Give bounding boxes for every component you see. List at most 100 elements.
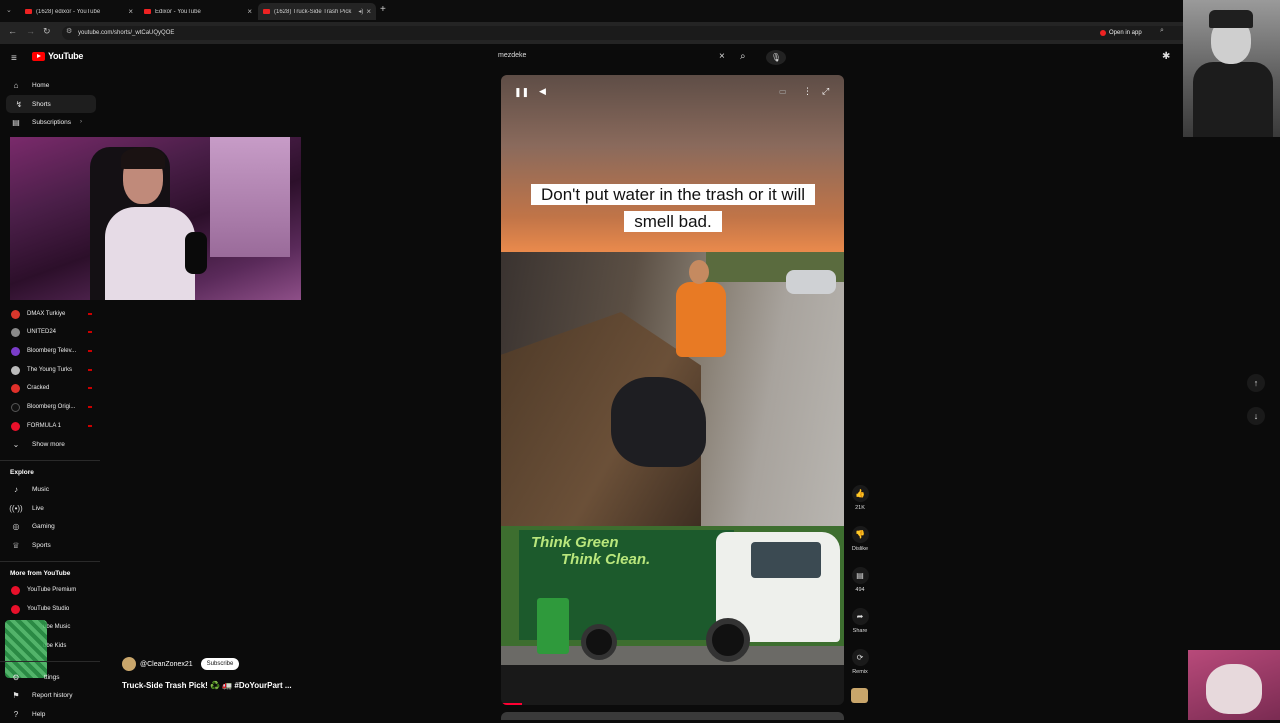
sidebar-channel[interactable]: Bloomberg Telev...	[0, 342, 100, 360]
microphone-icon[interactable]: 🎙	[766, 50, 786, 65]
sidebar-item-shorts[interactable]: ↯ Shorts	[6, 95, 96, 113]
share-button[interactable]: ➦ Share	[850, 608, 870, 634]
forward-icon[interactable]: →	[26, 26, 35, 36]
garbage-truck-scene: Think Green Think Clean.	[501, 526, 844, 665]
sidebar-channel[interactable]: UNITED24	[0, 323, 100, 341]
sidebar-item-gaming[interactable]: ◎ Gaming	[0, 517, 100, 535]
live-indicator	[88, 313, 92, 315]
pause-icon[interactable]: ❚❚	[514, 87, 529, 98]
car-shape	[786, 270, 836, 294]
show-more-button[interactable]: ⌄ Show more	[0, 435, 100, 453]
more-options-icon[interactable]: ⋮	[803, 86, 812, 97]
worker-shape	[676, 282, 726, 357]
remix-button[interactable]: ⟳ Remix	[850, 649, 870, 675]
remix-icon: ⟳	[851, 649, 869, 666]
sidebar-item-report-history[interactable]: ⚑ Report history	[0, 686, 100, 704]
tab-list-icon[interactable]: ⌄	[6, 6, 12, 14]
sidebar-item-live[interactable]: ((•)) Live	[0, 499, 100, 517]
audio-thumbnail[interactable]	[851, 688, 868, 703]
sidebar-channel[interactable]: FORMULA 1	[0, 417, 100, 435]
like-button[interactable]: 👍 21K	[850, 485, 870, 511]
truck-slogan-line-1: Think Green	[531, 534, 619, 551]
youtube-play-icon	[32, 51, 45, 61]
sidebar-item-music[interactable]: ♪ Music	[0, 480, 100, 498]
open-in-app-label: Open in app	[1109, 30, 1142, 36]
back-icon[interactable]: ←	[8, 26, 17, 36]
menu-icon[interactable]: ≡	[11, 53, 17, 64]
sidebar-item-youtube-studio[interactable]: YouTube Studio	[0, 600, 100, 618]
sidebar-item-sports[interactable]: ♕ Sports	[0, 536, 100, 554]
shorts-video-player[interactable]: Don't put water in the trash or it will …	[501, 75, 844, 705]
next-short-preview[interactable]	[501, 712, 844, 720]
volume-icon[interactable]: ◀	[539, 86, 546, 97]
arrow-down-icon[interactable]: ↓	[1247, 407, 1265, 425]
live-icon: ((•))	[9, 503, 23, 513]
sidebar-item-youtube-premium[interactable]: YouTube Premium	[0, 581, 100, 599]
sidebar-item-home[interactable]: ⌂ Home	[0, 76, 100, 94]
browser-tab-3-active[interactable]: (1628) Truck-Side Trash Pick ◂) ×	[258, 3, 376, 20]
channel-name: FORMULA 1	[27, 423, 62, 429]
playback-progress-bar[interactable]	[501, 703, 522, 705]
live-indicator	[88, 387, 92, 389]
caption-text: Don't put water in the trash or it will …	[530, 184, 816, 232]
arrow-up-icon[interactable]: ↑	[1247, 374, 1265, 392]
channel-avatar[interactable]	[122, 657, 136, 671]
sidebar-item-help[interactable]: ? Help	[0, 705, 100, 723]
comments-count: 494	[855, 587, 865, 593]
channel-name: Cracked	[27, 385, 50, 391]
trash-bags-shape	[611, 377, 706, 467]
sidebar-channel[interactable]: Bloomberg Origi...	[0, 398, 100, 416]
open-in-app-button[interactable]: Open in app	[1100, 27, 1142, 39]
create-icon[interactable]: ✱	[1162, 51, 1170, 62]
youtube-logo[interactable]: YouTube	[32, 51, 83, 61]
chevron-right-icon: ›	[80, 119, 83, 125]
tab-title: (1628) Truck-Side Trash Pick	[274, 8, 352, 15]
sidebar-item-label: YouTube Premium	[27, 587, 77, 593]
sidebar-channel[interactable]: Cracked	[0, 379, 100, 397]
search-icon[interactable]: ⌕	[740, 51, 746, 62]
fullscreen-icon[interactable]: ⤢	[822, 86, 829, 97]
home-icon: ⌂	[13, 80, 19, 90]
close-icon[interactable]: ×	[247, 7, 252, 16]
share-label: Share	[852, 628, 868, 634]
site-info-icon[interactable]: ⚙	[66, 27, 72, 35]
url-field[interactable]	[62, 26, 1192, 40]
reload-icon[interactable]: ↻	[43, 26, 51, 37]
search-value[interactable]: mezdeke	[498, 52, 526, 59]
tab-title: (1628) edixor - YouTube	[36, 8, 101, 15]
rear-wheel-shape	[581, 624, 617, 660]
comment-icon: ▤	[851, 567, 869, 584]
live-indicator	[88, 350, 92, 352]
browser-tab-2[interactable]: Edixor - YouTube ×	[139, 3, 257, 20]
clear-search-icon[interactable]: ×	[719, 51, 725, 62]
youtube-studio-icon	[11, 604, 20, 614]
logo-text: YouTube	[48, 51, 84, 61]
new-tab-icon[interactable]: +	[380, 4, 386, 15]
video-title[interactable]: Truck-Side Trash Pick! ♻️ 🚛 #DoYourPart …	[122, 681, 292, 690]
close-icon[interactable]: ×	[128, 7, 133, 16]
close-icon[interactable]: ×	[366, 7, 371, 16]
channel-avatar	[11, 327, 20, 337]
browser-tab-1[interactable]: (1628) edixor - YouTube ×	[20, 3, 138, 20]
sidebar-item-label: Music	[32, 485, 49, 493]
youtube-favicon-icon	[25, 9, 32, 14]
subscribe-button[interactable]: Subscribe	[200, 658, 240, 670]
search-input[interactable]	[492, 50, 734, 65]
thumbs-down-icon: 👎	[851, 526, 869, 543]
comments-button[interactable]: ▤ 494	[850, 567, 870, 593]
sidebar-channel[interactable]: The Young Turks	[0, 361, 100, 379]
zoom-icon[interactable]: ⌕	[1160, 27, 1164, 35]
dislike-button[interactable]: 👎 Dislike	[850, 526, 870, 552]
sidebar-item-label: Subscriptions	[32, 118, 72, 126]
video-caption: Don't put water in the trash or it will …	[522, 181, 824, 235]
window-shape	[210, 137, 290, 257]
url-text[interactable]: youtube.com/shorts/_wtCaUQyQOE	[78, 26, 174, 40]
sidebar-item-settings[interactable]: ⚙ ttings	[0, 668, 100, 686]
speaker-icon[interactable]: ◂)	[358, 8, 363, 15]
share-icon: ➦	[851, 608, 869, 625]
subscriptions-icon: ▤	[12, 117, 20, 127]
channel-handle[interactable]: @CleanZonex21	[140, 661, 193, 668]
sidebar-item-subscriptions[interactable]: ▤ Subscriptions ›	[0, 113, 100, 131]
sidebar-channel[interactable]: DMAX Turkiye	[0, 305, 100, 323]
captions-icon[interactable]: ▭	[779, 87, 787, 96]
